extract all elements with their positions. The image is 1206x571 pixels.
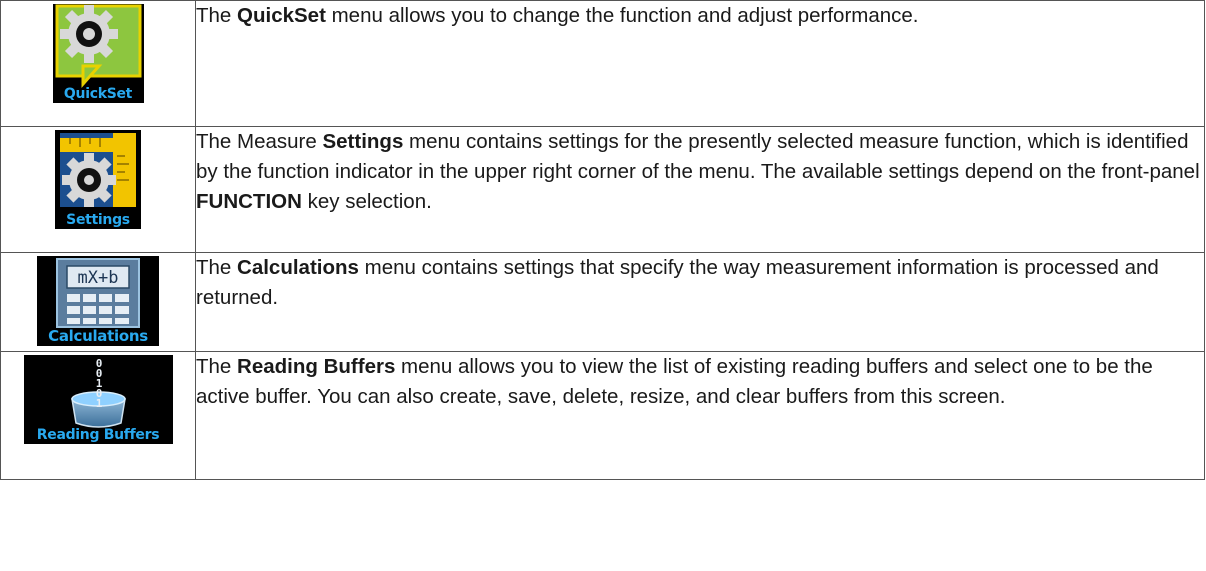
icon-label: Settings xyxy=(66,212,130,228)
description-cell: The Measure Settings menu contains setti… xyxy=(195,126,1205,253)
settings-icon: Settings xyxy=(55,130,141,229)
description-text: The xyxy=(196,4,238,27)
menu-name: Calculations xyxy=(237,256,359,279)
table-row: QuickSet The QuickSet menu allows you to… xyxy=(0,0,1205,127)
menu-name: QuickSet xyxy=(237,4,326,27)
calculations-icon: mX+b Calculations xyxy=(37,256,159,346)
table-row: 0 0 1 0 1 Reading Buffers The Reading Bu… xyxy=(0,351,1205,480)
icon-cell: mX+b Calculations xyxy=(0,252,196,352)
menu-name: Reading Buffers xyxy=(237,355,396,378)
icon-cell: QuickSet xyxy=(0,0,196,127)
menu-name: Settings xyxy=(322,130,404,153)
digit: 1 xyxy=(95,397,102,410)
description-cell: The Reading Buffers menu allows you to v… xyxy=(195,351,1205,480)
description-text: The Measure xyxy=(196,130,323,153)
table-row: mX+b Calculations The Calculations menu … xyxy=(0,252,1205,352)
icon-cell: 0 0 1 0 1 Reading Buffers xyxy=(0,351,196,480)
description-cell: The QuickSet menu allows you to change t… xyxy=(195,0,1205,127)
description-text: The xyxy=(196,256,238,279)
quickset-icon: QuickSet xyxy=(52,4,144,103)
icon-label: QuickSet xyxy=(63,86,133,102)
icon-label: Reading Buffers xyxy=(36,427,160,443)
menu-table: QuickSet The QuickSet menu allows you to… xyxy=(0,0,1205,480)
description-text: key selection. xyxy=(301,190,432,213)
key-name: FUNCTION xyxy=(196,190,302,213)
table-row: Settings The Measure Settings menu conta… xyxy=(0,126,1205,253)
description-text: menu allows you to change the function a… xyxy=(325,4,919,27)
icon-cell: Settings xyxy=(0,126,196,253)
reading-buffers-icon: 0 0 1 0 1 Reading Buffers xyxy=(23,355,173,444)
description-cell: The Calculations menu contains settings … xyxy=(195,252,1205,352)
icon-label: Calculations xyxy=(48,327,148,345)
formula-text: mX+b xyxy=(78,268,119,288)
description-text: The xyxy=(196,355,238,378)
